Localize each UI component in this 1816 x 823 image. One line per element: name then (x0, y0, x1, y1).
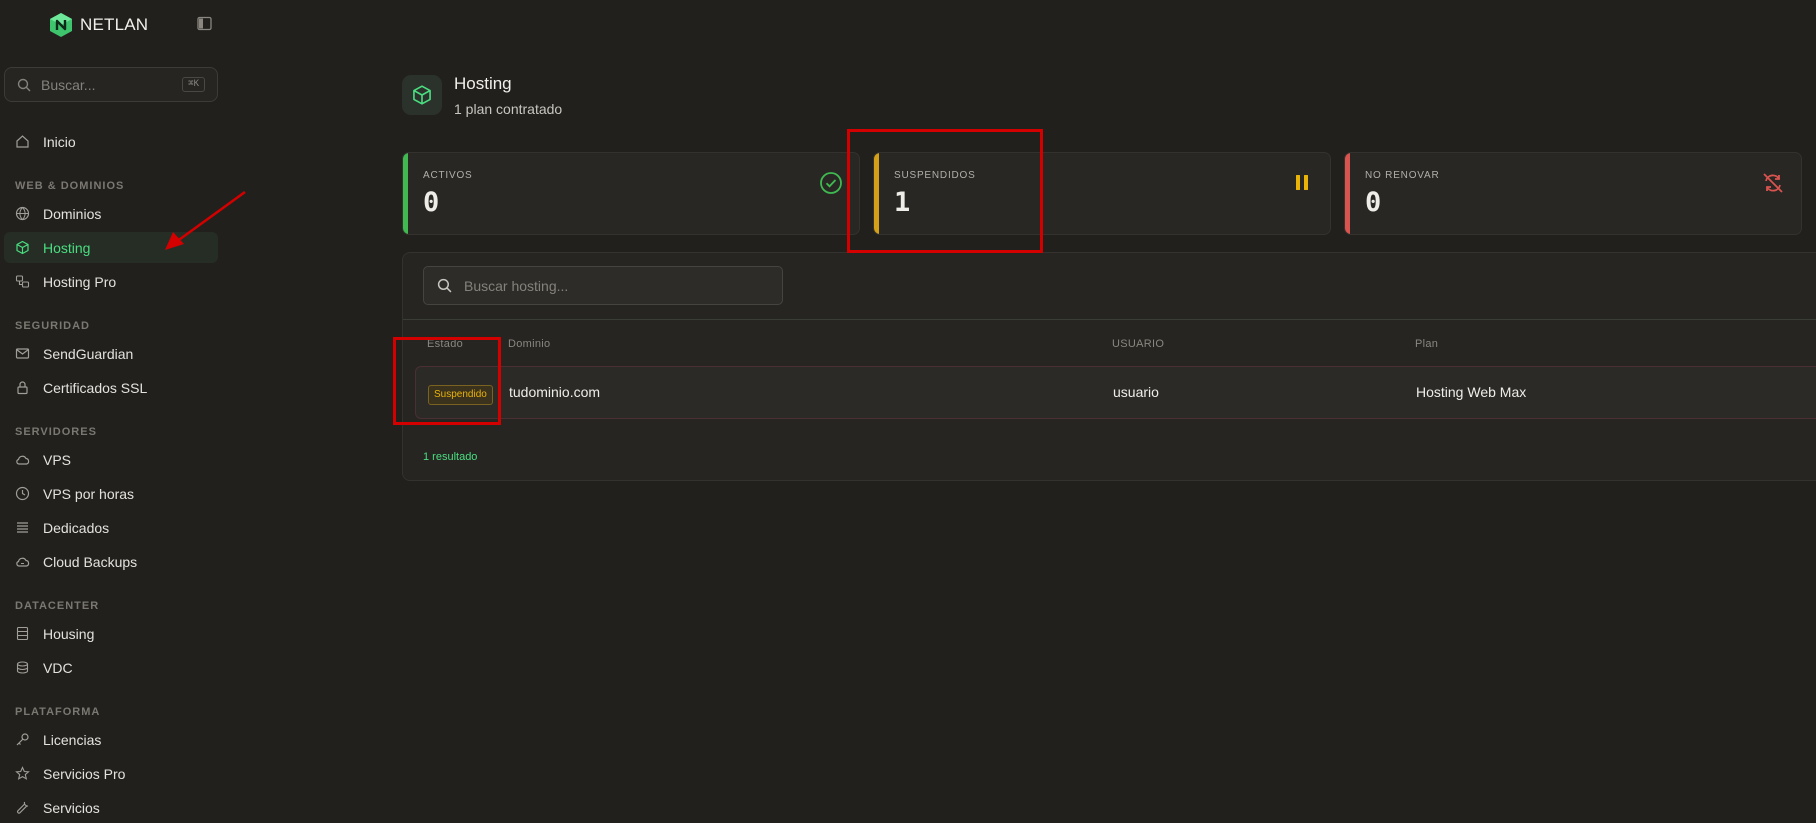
cube-icon (16, 240, 29, 255)
search-icon (17, 78, 31, 91)
sidebar-item-dedicados[interactable]: Dedicados (4, 512, 218, 543)
search-placeholder: Buscar hosting... (464, 277, 569, 294)
sidebar-item-label: VPS por horas (43, 485, 135, 502)
sidebar-item-label: Licencias (43, 731, 102, 748)
user-cell: usuario (1113, 384, 1159, 400)
sidebar-item-servicios[interactable]: Servicios (4, 792, 218, 823)
page-title: Hosting (454, 74, 512, 93)
clock-icon (15, 486, 30, 501)
netlan-logo-icon (50, 13, 72, 37)
search-icon (437, 278, 452, 293)
sidebar-item-hosting-pro[interactable]: Hosting Pro (4, 266, 218, 297)
domain-cell: tudominio.com (509, 384, 601, 400)
annotation-arrow-icon (165, 190, 246, 250)
column-header-dominio[interactable]: Dominio (508, 338, 550, 350)
sidebar-item-label: Housing (43, 625, 95, 642)
search-shortcut-badge: ⌘K (182, 77, 205, 92)
sidebar-search-input[interactable]: Buscar... ⌘K (4, 67, 218, 102)
stat-label: ACTIVOS (423, 170, 473, 181)
database-icon (16, 661, 29, 674)
home-icon (16, 135, 29, 148)
sidebar-item-label: VPS (43, 451, 72, 468)
annotation-highlight-box (393, 337, 501, 425)
sidebar-item-certificados-ssl[interactable]: Certificados SSL (4, 372, 218, 403)
stat-label: NO RENOVAR (1365, 170, 1440, 181)
stat-value: 0 (423, 187, 440, 218)
sidebar-item-label: Inicio (43, 133, 76, 150)
sidebar-item-label: Hosting (43, 239, 91, 256)
cube-icon (413, 85, 431, 105)
stat-value: 0 (1365, 187, 1382, 218)
hosting-search-input[interactable]: Buscar hosting... (423, 266, 783, 305)
sidebar: NETLAN Buscar... ⌘K Inicio WEB & DOMINIO… (0, 0, 222, 823)
server-icon (17, 522, 28, 533)
sidebar-item-label: Dedicados (43, 519, 110, 536)
wrench-icon (17, 801, 29, 814)
sidebar-item-vdc[interactable]: VDC (4, 652, 218, 683)
section-web-dominios: WEB & DOMINIOS (15, 180, 125, 192)
pause-icon (1296, 175, 1308, 190)
mail-icon (15, 348, 30, 359)
cloud-icon (16, 455, 30, 465)
stat-card-no-renovar[interactable]: NO RENOVAR 0 (1344, 152, 1802, 235)
brand-name: NETLAN (80, 15, 149, 34)
key-icon (16, 733, 29, 746)
section-servidores: SERVIDORES (15, 426, 97, 438)
sidebar-item-servicios-pro[interactable]: Servicios Pro (4, 758, 218, 789)
stat-card-activos[interactable]: ACTIVOS 0 (402, 152, 860, 235)
divider (403, 319, 1816, 320)
star-icon (15, 766, 30, 780)
page-subtitle: 1 plan contratado (454, 101, 563, 117)
sidebar-item-licencias[interactable]: Licencias (4, 724, 218, 755)
hosting-table-card: Buscar hosting... Estado Dominio USUARIO… (402, 252, 1816, 481)
sidebar-item-label: Dominios (43, 205, 102, 222)
sidebar-item-label: Cloud Backups (43, 553, 138, 570)
no-renew-icon (1763, 173, 1783, 193)
page-icon (402, 75, 442, 115)
sidebar-item-label: VDC (43, 659, 73, 676)
sidebar-item-label: Hosting Pro (43, 273, 117, 290)
lock-icon (17, 381, 28, 395)
stat-accent-bar (403, 153, 408, 234)
sidebar-item-label: Certificados SSL (43, 379, 148, 396)
sidebar-item-vps[interactable]: VPS (4, 444, 218, 475)
section-datacenter: DATACENTER (15, 600, 100, 612)
sidebar-toggle-icon[interactable] (197, 16, 212, 31)
annotation-highlight-box (847, 129, 1043, 253)
rack-icon (16, 626, 29, 641)
result-count: 1 resultado (423, 451, 478, 463)
search-placeholder: Buscar... (41, 76, 96, 93)
sidebar-item-sendguardian[interactable]: SendGuardian (4, 338, 218, 369)
table-row[interactable]: Suspendido tudominio.com usuario Hosting… (415, 366, 1816, 419)
check-circle-icon (820, 172, 842, 194)
column-header-plan[interactable]: Plan (1415, 338, 1438, 350)
sidebar-item-cloud-backups[interactable]: Cloud Backups (4, 546, 218, 577)
plan-cell: Hosting Web Max (1416, 384, 1527, 400)
stat-accent-bar (1345, 153, 1350, 234)
section-plataforma: PLATAFORMA (15, 706, 101, 718)
sidebar-item-housing[interactable]: Housing (4, 618, 218, 649)
sidebar-item-label: Servicios Pro (43, 765, 126, 782)
sidebar-item-inicio[interactable]: Inicio (4, 126, 218, 157)
cloud-sync-icon (16, 557, 30, 567)
brand[interactable]: NETLAN (48, 12, 148, 38)
server-stack-icon (15, 275, 30, 288)
section-seguridad: SEGURIDAD (15, 320, 91, 332)
sidebar-item-label: SendGuardian (43, 345, 134, 362)
sidebar-item-label: Servicios (43, 799, 100, 816)
sidebar-item-vps-por-horas[interactable]: VPS por horas (4, 478, 218, 509)
column-header-usuario[interactable]: USUARIO (1112, 338, 1164, 350)
globe-icon (15, 206, 30, 221)
